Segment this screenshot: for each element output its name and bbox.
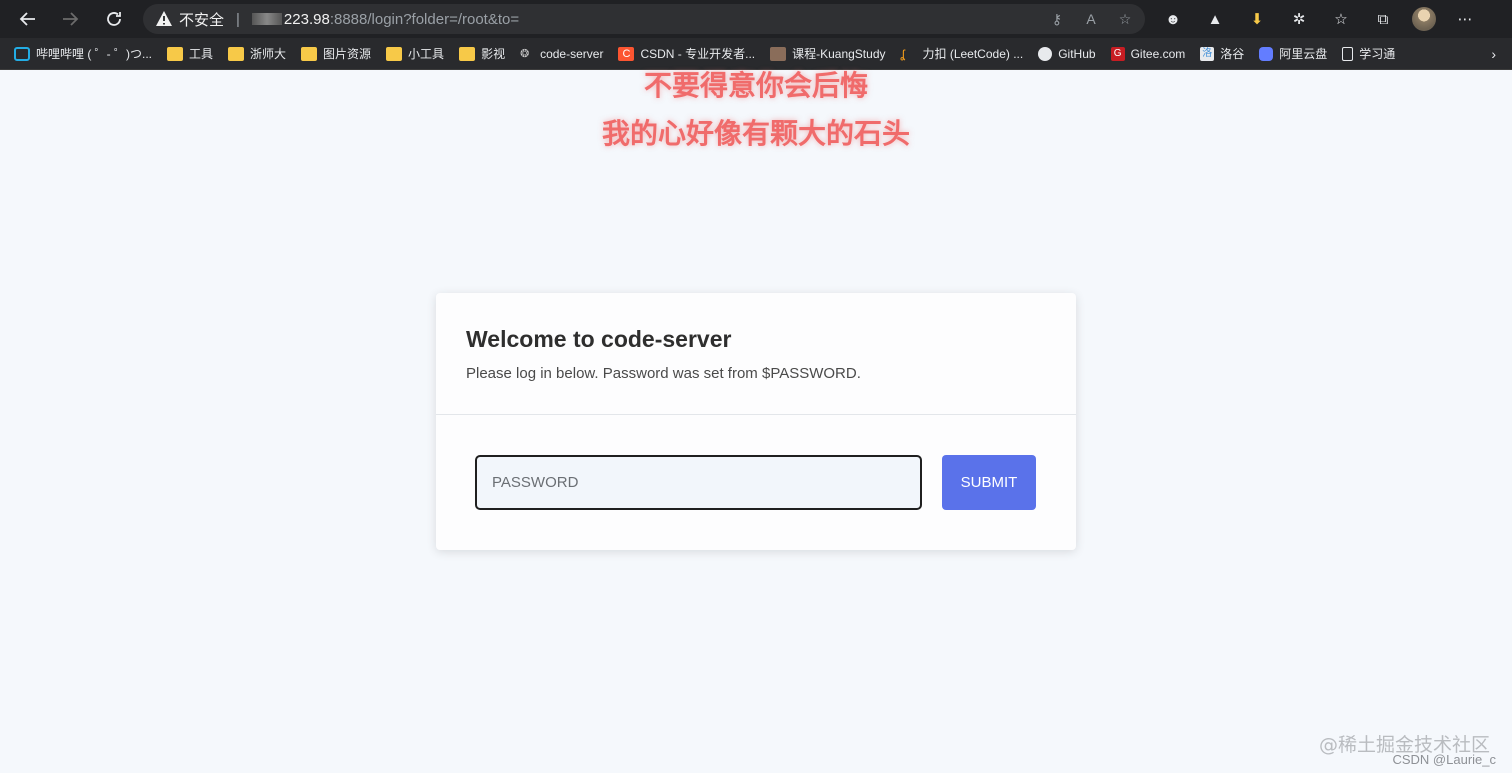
- arrow-left-icon: [19, 12, 35, 26]
- aliyun-drive-icon: [1259, 46, 1274, 61]
- bookmark-label: 影视: [481, 47, 506, 61]
- extension-mascot-icon[interactable]: ☻: [1160, 6, 1186, 32]
- overlay-text-line2: 我的心好像有颗大的石头: [601, 117, 910, 150]
- bookmark-folder-zjnu[interactable]: 浙师大: [228, 45, 286, 62]
- document-icon: [1342, 46, 1354, 61]
- bookmark-leetcode[interactable]: ʆ 力扣 (LeetCode) ...: [901, 45, 1024, 62]
- insecure-label[interactable]: 不安全: [179, 9, 224, 30]
- bookmark-label: 工具: [189, 47, 214, 61]
- favorites-icon[interactable]: ☆: [1328, 6, 1354, 32]
- bookmark-folder-video[interactable]: 影视: [459, 45, 505, 62]
- bookmark-luogu[interactable]: 洛洛谷: [1200, 45, 1244, 62]
- bookmark-label: GitHub: [1058, 46, 1096, 61]
- login-card: Welcome to code-server Please log in bel…: [436, 293, 1076, 550]
- overlay-text-line1: 不要得意你会后悔: [643, 69, 868, 102]
- bookmark-label: code-server: [540, 46, 604, 61]
- csdn-icon: C: [618, 46, 635, 61]
- add-favorite-icon[interactable]: ☆: [1115, 9, 1135, 29]
- bookmark-label: 浙师大: [250, 47, 287, 61]
- bookmark-label: 力扣 (LeetCode) ...: [922, 47, 1024, 61]
- submit-button[interactable]: SUBMIT: [942, 455, 1036, 510]
- bookmark-label: 哔哩哔哩 ( ゜- ゜)つ...: [36, 47, 152, 61]
- arrow-right-icon: [63, 12, 79, 26]
- bookmark-aliyun-drive[interactable]: 阿里云盘: [1259, 45, 1327, 62]
- bookmark-label: 课程-KuangStudy: [792, 47, 886, 61]
- password-input[interactable]: [475, 455, 922, 510]
- url-host: 223.98: [283, 10, 330, 28]
- address-bar[interactable]: 不安全 | 223.98 :8888/login?folder=/root&to…: [143, 4, 1145, 34]
- luogu-icon: 洛: [1200, 46, 1215, 61]
- bookmark-kuangstudy[interactable]: 课程-KuangStudy: [770, 45, 886, 62]
- warning-icon: [156, 11, 172, 26]
- folder-icon: [301, 46, 318, 61]
- bookmark-folder-tools[interactable]: 工具: [167, 45, 213, 62]
- browser-toolbar: 不安全 | 223.98 :8888/login?folder=/root&to…: [0, 0, 1512, 38]
- bookmark-gitee[interactable]: G Gitee.com: [1110, 46, 1186, 61]
- key-icon[interactable]: ⚷: [1047, 9, 1067, 29]
- read-aloud-icon[interactable]: A: [1081, 9, 1101, 29]
- more-options-icon[interactable]: ⋯: [1452, 6, 1478, 32]
- address-separator: |: [236, 10, 240, 28]
- bookmark-label: 阿里云盘: [1279, 47, 1328, 61]
- collections-icon[interactable]: ⧉: [1370, 6, 1396, 32]
- reload-icon: [107, 12, 121, 26]
- watermark-csdn: CSDN @Laurie_c: [1392, 752, 1496, 767]
- login-subtitle: Please log in below. Password was set fr…: [466, 365, 861, 382]
- bookmark-folder-images[interactable]: 图片资源: [301, 45, 371, 62]
- bookmark-csdn[interactable]: C CSDN - 专业开发者...: [618, 45, 755, 62]
- bookmark-label: 小工具: [408, 47, 445, 61]
- login-form: SUBMIT: [436, 415, 1076, 550]
- code-server-icon: ❂: [520, 47, 530, 60]
- login-card-header: Welcome to code-server Please log in bel…: [436, 293, 1076, 415]
- leetcode-icon: ʆ: [900, 46, 905, 61]
- forward-button[interactable]: [50, 0, 90, 38]
- github-icon: [1038, 46, 1053, 61]
- folder-icon: [386, 46, 403, 61]
- reload-button[interactable]: [94, 0, 134, 38]
- extensions-puzzle-icon[interactable]: ✲: [1286, 6, 1312, 32]
- bookmark-folder-small-tools[interactable]: 小工具: [386, 45, 444, 62]
- login-title: Welcome to code-server: [466, 326, 732, 352]
- bookmark-label: CSDN - 专业开发者...: [640, 47, 756, 61]
- bookmarks-more-icon[interactable]: ›: [1491, 46, 1496, 62]
- bookmark-label: 洛谷: [1220, 47, 1245, 61]
- bookmark-code-server[interactable]: ❂ code-server: [520, 47, 603, 61]
- masked-ip-segment: [251, 13, 282, 25]
- back-button[interactable]: [8, 0, 48, 38]
- folder-icon: [459, 46, 476, 61]
- folder-icon: [167, 46, 183, 61]
- bookmark-label: 学习通: [1359, 47, 1396, 61]
- extension-mountain-icon[interactable]: ▲: [1202, 6, 1228, 32]
- profile-avatar[interactable]: [1412, 7, 1436, 31]
- bilibili-icon: [14, 46, 30, 61]
- bookmark-github[interactable]: GitHub: [1038, 46, 1096, 61]
- gitee-icon: G: [1110, 46, 1125, 61]
- folder-icon: [228, 46, 245, 61]
- bookmark-xuexitong[interactable]: 学习通: [1342, 45, 1395, 62]
- bookmark-label: Gitee.com: [1130, 46, 1186, 61]
- bookmark-bilibili[interactable]: 哔哩哔哩 ( ゜- ゜)つ...: [14, 45, 152, 62]
- url-path: :8888/login?folder=/root&to=: [329, 10, 520, 28]
- kuangstudy-icon: [770, 46, 787, 61]
- extension-download-icon[interactable]: ⬇: [1244, 6, 1270, 32]
- bookmark-label: 图片资源: [323, 47, 372, 61]
